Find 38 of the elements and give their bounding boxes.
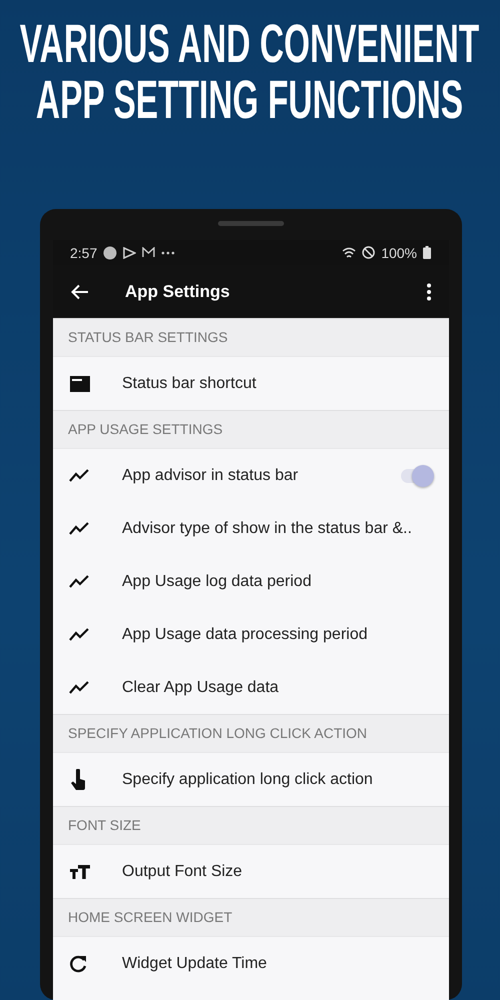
status-time: 2:57 — [70, 244, 98, 260]
headline-text: VARIOUS AND CONVENIENT — [20, 16, 480, 72]
trend-line-icon — [69, 628, 89, 642]
screen-title: App Settings — [125, 282, 231, 302]
do-not-disturb-icon — [362, 246, 376, 259]
back-arrow-icon — [71, 284, 89, 300]
headline-text: APP SETTING FUNCTIONS — [36, 72, 464, 128]
section-header: APP USAGE SETTINGS — [53, 410, 449, 449]
item-label: App Usage log data period — [122, 572, 312, 590]
item-label: Specify application long click action — [122, 770, 374, 788]
more-options-icon — [427, 282, 431, 300]
trend-line-icon — [69, 522, 89, 536]
item-label: Advisor type of show in the status bar &.. — [122, 520, 413, 538]
section-header: FONT SIZE — [53, 806, 449, 845]
item-label: Status bar shortcut — [122, 374, 258, 392]
item-label: App advisor in status bar — [122, 466, 300, 484]
speaker-grille — [218, 221, 284, 226]
trend-line-icon — [69, 574, 89, 588]
section-header: HOME SCREEN WIDGET — [53, 898, 449, 937]
touch-hand-icon — [69, 768, 87, 790]
section-header: SPECIFY APPLICATION LONG CLICK ACTION — [53, 714, 449, 753]
item-label: Output Font Size — [122, 862, 244, 880]
notification-icon — [103, 246, 118, 260]
section-header: STATUS BAR SETTINGS — [53, 318, 449, 357]
item-label: App Usage data processing period — [122, 626, 368, 644]
mail-icon — [142, 247, 156, 258]
trend-line-icon — [69, 680, 89, 694]
play-icon — [123, 246, 136, 258]
wifi-icon — [342, 246, 356, 258]
trend-line-icon — [69, 468, 89, 482]
more-notifications-icon — [161, 250, 176, 254]
battery-percent: 100% — [381, 244, 417, 260]
refresh-icon — [69, 954, 87, 972]
text-size-icon — [69, 864, 91, 880]
item-label: Clear App Usage data — [122, 678, 280, 696]
battery-icon — [423, 246, 431, 259]
card-icon — [69, 374, 91, 392]
item-label: Widget Update Time — [122, 954, 268, 972]
